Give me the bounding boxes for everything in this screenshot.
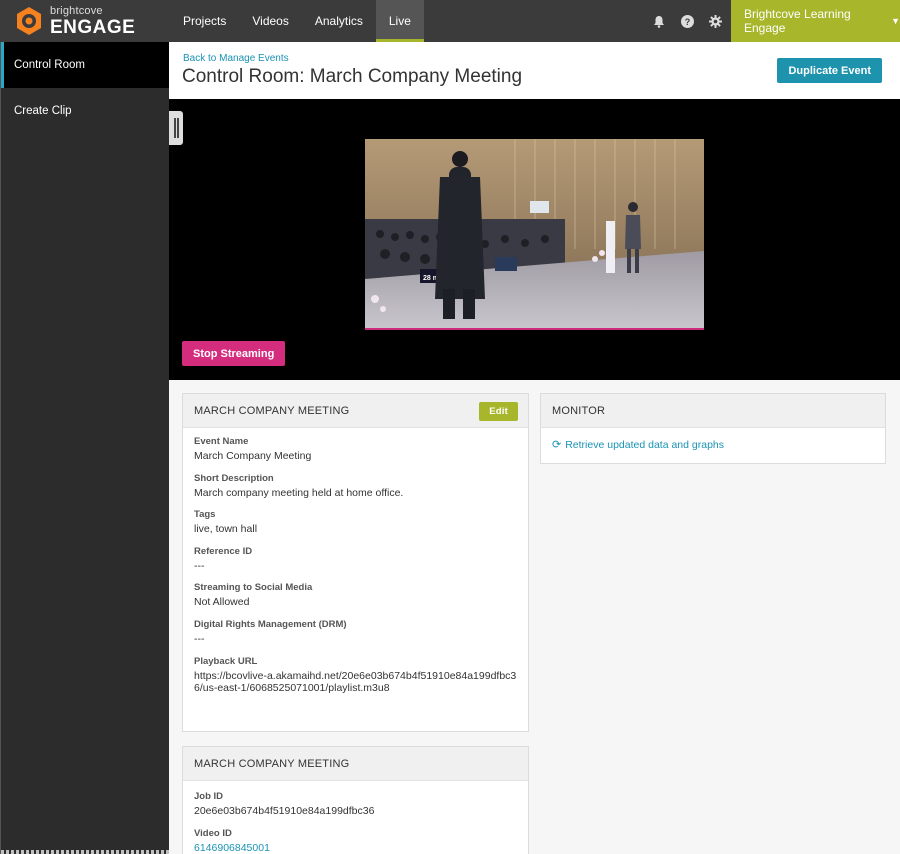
sidebar: Control Room Create Clip xyxy=(0,42,169,854)
account-label: Brightcove Learning Engage xyxy=(744,7,851,35)
nav-item-projects[interactable]: Projects xyxy=(170,0,239,42)
panel-header: MARCH COMPANY MEETING Edit xyxy=(183,394,528,428)
page-title: Control Room: March Company Meeting xyxy=(182,66,523,87)
field-playback-url: Playback URL https://bcovlive-a.akamaihd… xyxy=(194,656,517,695)
back-to-manage-events-link[interactable]: Back to Manage Events xyxy=(183,53,289,64)
logo-big-text: ENGAGE xyxy=(50,16,136,38)
panel-header: MONITOR xyxy=(541,394,885,428)
brightcove-engage-logo[interactable]: brightcove ENGAGE xyxy=(14,4,136,38)
nav-item-analytics[interactable]: Analytics xyxy=(302,0,376,42)
field-label: Playback URL xyxy=(194,655,258,667)
retrieve-data-link[interactable]: ⟳ Retrieve updated data and graphs xyxy=(552,438,874,452)
field-label: Streaming to Social Media xyxy=(194,582,313,594)
help-icon[interactable]: ? xyxy=(673,0,701,42)
field-label: Digital Rights Management (DRM) xyxy=(194,618,347,630)
retrieve-data-label: Retrieve updated data and graphs xyxy=(565,438,725,451)
video-id-link[interactable]: 6146906845001 xyxy=(194,842,517,854)
refresh-icon: ⟳ xyxy=(552,439,562,451)
svg-text:?: ? xyxy=(684,17,690,27)
field-tags: Tags live, town hall xyxy=(194,509,517,536)
edit-button[interactable]: Edit xyxy=(479,402,518,421)
grip-icon xyxy=(173,118,179,138)
player-area: 28 mi Stop Streaming xyxy=(169,99,900,380)
event-details-panel: MARCH COMPANY MEETING Edit Event Name Ma… xyxy=(182,393,529,732)
account-menu[interactable]: Brightcove Learning Engage ▼ xyxy=(731,0,900,42)
nav-item-live[interactable]: Live xyxy=(375,0,424,42)
sidebar-item-create-clip[interactable]: Create Clip xyxy=(1,88,169,134)
nav-item-videos[interactable]: Videos xyxy=(239,0,301,42)
field-value: --- xyxy=(194,632,205,645)
panel-title: MONITOR xyxy=(552,404,606,417)
panel-header: MARCH COMPANY MEETING xyxy=(183,747,528,781)
field-job-id: Job ID 20e6e03b674b4f51910e84a199dfbc36 xyxy=(194,791,517,818)
field-label: Video ID xyxy=(194,827,232,839)
field-short-description: Short Description March company meeting … xyxy=(194,473,517,500)
main-nav: Projects Videos Analytics Live xyxy=(170,0,424,42)
conference-scene-image: 28 mi xyxy=(365,139,704,328)
panel-title: MARCH COMPANY MEETING xyxy=(194,757,350,770)
top-navigation-bar: brightcove ENGAGE Projects Videos Analyt… xyxy=(0,0,900,42)
field-streaming-social: Streaming to Social Media Not Allowed xyxy=(194,582,517,609)
duplicate-event-button[interactable]: Duplicate Event xyxy=(777,58,882,83)
field-label: Tags xyxy=(194,509,216,521)
field-reference-id: Reference ID --- xyxy=(194,546,517,573)
field-label: Job ID xyxy=(194,791,224,802)
field-value: live, town hall xyxy=(194,523,258,536)
field-event-name: Event Name March Company Meeting xyxy=(194,436,517,463)
field-drm: Digital Rights Management (DRM) --- xyxy=(194,619,517,646)
panel-title: MARCH COMPANY MEETING xyxy=(194,404,350,417)
sidebar-footer-strip xyxy=(1,850,169,854)
sidebar-item-control-room[interactable]: Control Room xyxy=(1,42,169,88)
sidebar-collapse-handle[interactable] xyxy=(169,111,183,145)
field-value: March Company Meeting xyxy=(194,450,312,462)
job-details-panel: MARCH COMPANY MEETING Job ID 20e6e03b674… xyxy=(182,746,529,854)
field-label: Short Description xyxy=(194,472,274,484)
field-value[interactable]: https://bcovlive-a.akamaihd.net/20e6e03b… xyxy=(194,670,517,695)
logo-small-text: brightcove xyxy=(50,4,103,17)
live-video-preview[interactable]: 28 mi xyxy=(365,139,704,330)
field-label: Reference ID xyxy=(194,545,253,557)
field-video-id: Video ID 6146906845001 xyxy=(194,828,517,854)
main-content: Back to Manage Events Control Room: Marc… xyxy=(169,42,900,854)
stop-streaming-button[interactable]: Stop Streaming xyxy=(182,341,286,366)
page-header: Back to Manage Events Control Room: Marc… xyxy=(169,42,900,99)
bell-icon[interactable] xyxy=(645,0,673,42)
field-value: Not Allowed xyxy=(194,596,250,609)
field-value: March company meeting held at home offic… xyxy=(194,486,404,499)
monitor-panel: MONITOR ⟳ Retrieve updated data and grap… xyxy=(540,393,886,464)
field-label: Event Name xyxy=(194,436,249,447)
brightcove-logo-icon xyxy=(14,6,44,36)
field-value: --- xyxy=(194,559,205,572)
top-icons: ? xyxy=(645,0,729,42)
gear-icon[interactable] xyxy=(701,0,729,42)
chevron-down-icon: ▼ xyxy=(891,16,900,26)
field-value: 20e6e03b674b4f51910e84a199dfbc36 xyxy=(194,805,375,817)
